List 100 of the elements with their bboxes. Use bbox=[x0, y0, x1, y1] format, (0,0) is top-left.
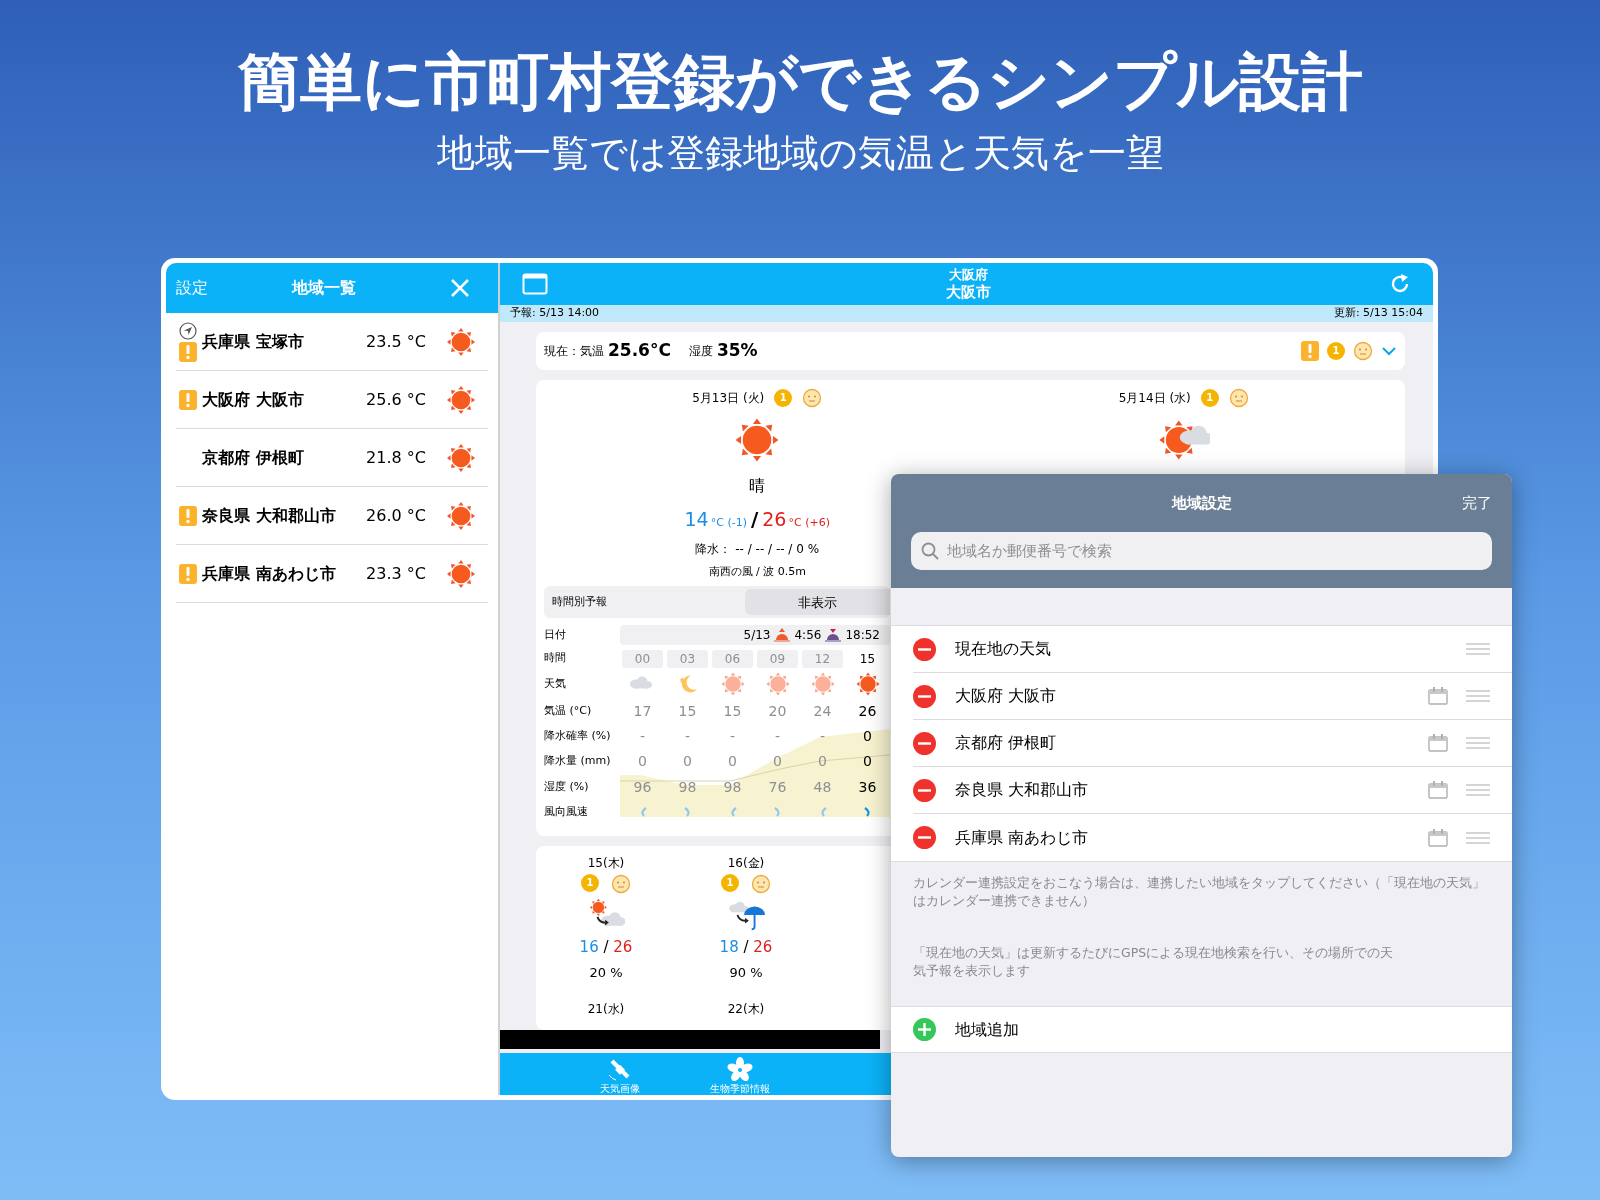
warning-icon bbox=[179, 389, 197, 410]
warning-icon bbox=[179, 563, 197, 584]
index-badge: 1 bbox=[774, 388, 793, 407]
temperature-cell-text: 24 bbox=[812, 701, 833, 721]
precipitation-chance: 20 % bbox=[589, 963, 623, 982]
drag-handle-icon[interactable] bbox=[1466, 643, 1490, 655]
remove-icon[interactable] bbox=[913, 637, 936, 661]
day-date: 21(水) bbox=[587, 1001, 625, 1019]
region-temperature: 23.5 °C bbox=[365, 330, 426, 353]
drag-handle-icon[interactable] bbox=[1466, 690, 1490, 702]
temperature-cell-text: 15 bbox=[677, 701, 698, 721]
add-region-row[interactable]: 地域追加 bbox=[891, 1006, 1512, 1053]
region-list-item[interactable]: 兵庫県 南あわじ市 23.3 °C bbox=[176, 545, 488, 603]
done-button[interactable]: 完了 bbox=[1432, 491, 1492, 515]
hide-toggle[interactable]: 非表示 bbox=[745, 589, 890, 616]
row-label: 時間 bbox=[544, 650, 567, 667]
prefecture-name: 大阪府 bbox=[949, 266, 988, 283]
index-badge: 1 bbox=[721, 874, 739, 893]
sunrise-icon bbox=[774, 628, 791, 643]
remove-icon[interactable] bbox=[913, 778, 936, 802]
region-list-item[interactable]: 京都府 伊根町 21.8 °C bbox=[176, 429, 488, 487]
remove-icon[interactable] bbox=[913, 826, 936, 849]
row-label: 気温 (°C) bbox=[544, 703, 593, 720]
hour-cell: 06 bbox=[712, 650, 753, 669]
precipitation-text: 降水： -- / -- / -- / 0 % bbox=[695, 540, 820, 558]
face-icon bbox=[1228, 387, 1249, 408]
hour-cell: 09 bbox=[757, 650, 798, 669]
humidity-cell-text: 96 bbox=[632, 777, 653, 797]
region-setting-row[interactable]: 大阪府 大阪市 bbox=[913, 673, 1512, 720]
precipitation-chance-cell-text: - bbox=[638, 726, 647, 746]
chevron-down-icon[interactable] bbox=[1381, 345, 1397, 356]
region-name: 奈良県 大和郡山市 bbox=[955, 779, 1089, 801]
region-list-item[interactable]: 兵庫県 宝塚市 23.5 °C bbox=[176, 313, 488, 371]
face-icon bbox=[611, 874, 631, 895]
region-name: 京都府 伊根町 bbox=[955, 732, 1057, 754]
row-label: 風向風速 bbox=[544, 804, 589, 821]
region-list-item[interactable]: 奈良県 大和郡山市 26.0 °C bbox=[176, 487, 488, 545]
precipitation-chance-cell-text: - bbox=[683, 726, 692, 746]
face-icon bbox=[1353, 340, 1373, 361]
search-field[interactable]: 地域名か郵便番号で検索 bbox=[911, 532, 1492, 570]
window-icon[interactable] bbox=[522, 273, 548, 296]
face-icon bbox=[751, 874, 771, 895]
tab-label: 生物季節情報 bbox=[710, 1083, 770, 1095]
region-name: 兵庫県 南あわじ市 bbox=[202, 562, 337, 585]
temperature-cell-text: 15 bbox=[722, 701, 743, 721]
drag-handle-icon[interactable] bbox=[1466, 737, 1490, 749]
drag-handle-icon[interactable] bbox=[1466, 831, 1490, 844]
add-icon bbox=[913, 1018, 936, 1041]
subheadline: 地域一覧では登録地域の気温と天気を一望 bbox=[436, 130, 1164, 177]
updated-time: 更新: 5/13 15:04 bbox=[1333, 305, 1423, 322]
region-name: 大阪府 大阪市 bbox=[955, 685, 1057, 707]
region-name: 兵庫県 南あわじ市 bbox=[955, 826, 1089, 849]
index-badge: 1 bbox=[1327, 341, 1345, 360]
region-name: 兵庫県 宝塚市 bbox=[202, 330, 305, 353]
precipitation-chance: 90 % bbox=[729, 963, 763, 982]
region-list-item[interactable]: 大阪府 大阪市 25.6 °C bbox=[176, 371, 488, 429]
region-temperature: 23.3 °C bbox=[365, 562, 426, 585]
calendar-icon[interactable] bbox=[1428, 781, 1448, 799]
precipitation-chance-cell-text: - bbox=[728, 726, 737, 746]
region-setting-row[interactable]: 京都府 伊根町 bbox=[913, 720, 1512, 767]
calendar-icon[interactable] bbox=[1428, 734, 1448, 752]
region-setting-row[interactable]: 現在地の天気 bbox=[913, 626, 1512, 673]
day-date: 15(木) bbox=[587, 855, 625, 873]
drag-handle-icon[interactable] bbox=[1466, 784, 1490, 796]
face-icon bbox=[802, 387, 823, 408]
calendar-note: カレンダー連携設定をおこなう場合は、連携したい地域をタップしてください（「現在地の天気」はカレンダー連携できません） bbox=[912, 874, 1486, 910]
region-setting-row[interactable]: 兵庫県 南あわじ市 bbox=[913, 814, 1512, 861]
region-name: 現在地の天気 bbox=[955, 638, 1051, 660]
remove-icon[interactable] bbox=[913, 731, 936, 755]
headline: 簡単に市町村登録ができるシンプル設計 bbox=[237, 44, 1363, 120]
add-region-label: 地域追加 bbox=[955, 1018, 1019, 1041]
close-icon[interactable] bbox=[450, 278, 470, 298]
temperature-cell-text: 26 bbox=[857, 701, 878, 721]
day-date: 22(木) bbox=[727, 1001, 765, 1019]
region-name: 大阪府 大阪市 bbox=[202, 388, 305, 411]
warning-icon bbox=[179, 341, 197, 362]
temperature-range: 16 / 26 bbox=[579, 937, 633, 959]
humidity-cell-text: 98 bbox=[677, 777, 698, 797]
humidity-value: 35% bbox=[716, 339, 758, 363]
rainfall-cell-text: 0 bbox=[682, 751, 693, 771]
row-label: 降水量 (mm) bbox=[544, 753, 612, 770]
weather-condition: 晴 bbox=[749, 474, 766, 497]
region-name: 京都府 伊根町 bbox=[202, 446, 305, 469]
temperature-cell-text: 17 bbox=[632, 701, 653, 721]
current-label: 現在：気温 bbox=[544, 342, 604, 360]
current-temperature: 25.6°C bbox=[608, 339, 671, 363]
calendar-icon[interactable] bbox=[1428, 687, 1448, 705]
remove-icon[interactable] bbox=[913, 684, 936, 708]
region-name: 奈良県 大和郡山市 bbox=[202, 504, 337, 527]
region-setting-row[interactable]: 奈良県 大和郡山市 bbox=[913, 767, 1512, 814]
precipitation-chance-cell-text: 0 bbox=[862, 726, 873, 746]
sidebar-title: 地域一覧 bbox=[292, 277, 356, 299]
warning-icon bbox=[179, 505, 197, 526]
calendar-icon[interactable] bbox=[1428, 828, 1448, 847]
humidity-cell-text: 48 bbox=[812, 777, 833, 797]
sunset-icon bbox=[825, 628, 842, 643]
day-date: 16(金) bbox=[727, 855, 765, 873]
temperature-cell-text: 20 bbox=[767, 701, 788, 721]
sunset-time: 18:52 bbox=[845, 627, 880, 645]
index-badge: 1 bbox=[1200, 388, 1219, 407]
